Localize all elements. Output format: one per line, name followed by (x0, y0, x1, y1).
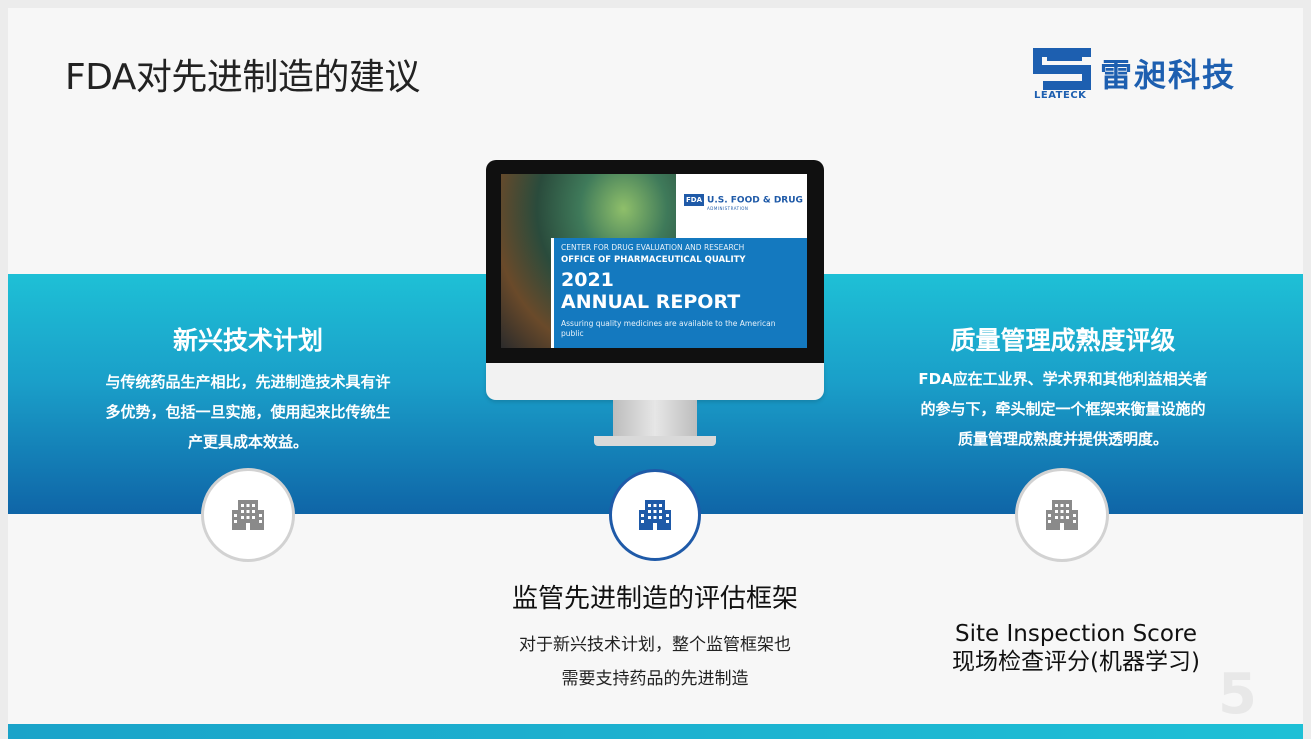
left-line-2: 多优势，包括一旦实施，使用起来比传统生 (105, 403, 391, 421)
fda-agency: U.S. FOOD & DRUG (707, 195, 803, 206)
report-year: 2021 (561, 269, 614, 291)
logo-name-en: LEATECK (1034, 90, 1087, 101)
right-title: 质量管理成熟度评级 (950, 326, 1176, 355)
report-office: OFFICE OF PHARMACEUTICAL QUALITY (561, 255, 746, 265)
monitor-chin (486, 363, 824, 400)
site-inspection-cn: 现场检查评分(机器学习) (952, 649, 1200, 675)
right-line-2: 的参与下，牵头制定一个框架来衡量设施的 (920, 400, 1206, 418)
company-logo: 雷昶科技 LEATECK (1033, 46, 1263, 106)
fda-badge: FDA (684, 194, 705, 206)
center-line-1: 对于新兴技术计划，整个监管框架也 (519, 635, 791, 655)
report-name: ANNUAL REPORT (561, 291, 741, 313)
report-heading: 2021 ANNUAL REPORT (561, 269, 740, 313)
left-line-1: 与传统药品生产相比，先进制造技术具有许 (105, 373, 391, 391)
page-number: 5 (1218, 662, 1257, 727)
monitor-neck (613, 400, 697, 438)
page-title: FDA对先进制造的建议 (65, 57, 420, 98)
report-center: CENTER FOR DRUG EVALUATION AND RESEARCH (561, 243, 745, 252)
center-title: 监管先进制造的评估框架 (511, 584, 798, 614)
monitor-stand (594, 436, 716, 446)
right-icon-circle (1015, 468, 1109, 562)
logo-name-cn: 雷昶科技 (1100, 56, 1237, 94)
building-icon (232, 500, 264, 530)
right-line-3: 质量管理成熟度并提供透明度。 (957, 430, 1168, 448)
bottom-bar (8, 724, 1303, 739)
right-line-1: FDA应在工业界、学术界和其他利益相关者 (918, 370, 1208, 388)
building-icon (1046, 500, 1078, 530)
left-title: 新兴技术计划 (172, 326, 323, 355)
right-body: FDA应在工业界、学术界和其他利益相关者 的参与下，牵头制定一个框架来衡量设施的… (868, 364, 1258, 454)
left-icon-circle (201, 468, 295, 562)
report-tagline: Assuring quality medicines are available… (561, 319, 776, 338)
leateck-logo-icon (1033, 48, 1091, 90)
center-icon-circle (609, 469, 701, 561)
site-inspection-en: Site Inspection Score (955, 621, 1197, 647)
fda-header: FDA U.S. FOOD & DRUG (684, 194, 803, 206)
slide: FDA对先进制造的建议 雷昶科技 LEATECK FDA U.S. FOOD & … (8, 8, 1303, 739)
monitor-screen: FDA U.S. FOOD & DRUG ADMINISTRATION CENTE… (486, 160, 824, 363)
center-body: 对于新兴技术计划，整个监管框架也 需要支持药品的先进制造 (428, 628, 882, 696)
center-line-2: 需要支持药品的先进制造 (561, 669, 749, 689)
fda-agency-sub: ADMINISTRATION (707, 206, 749, 211)
left-line-3: 产更具成本效益。 (187, 433, 308, 451)
site-inspection-note: Site Inspection Score 现场检查评分(机器学习) (906, 620, 1246, 676)
monitor-illustration: FDA U.S. FOOD & DRUG ADMINISTRATION CENTE… (486, 160, 824, 452)
left-body: 与传统药品生产相比，先进制造技术具有许 多优势，包括一旦实施，使用起来比传统生 … (63, 367, 433, 457)
report-cover: FDA U.S. FOOD & DRUG ADMINISTRATION CENTE… (501, 174, 807, 348)
building-icon (639, 500, 671, 530)
